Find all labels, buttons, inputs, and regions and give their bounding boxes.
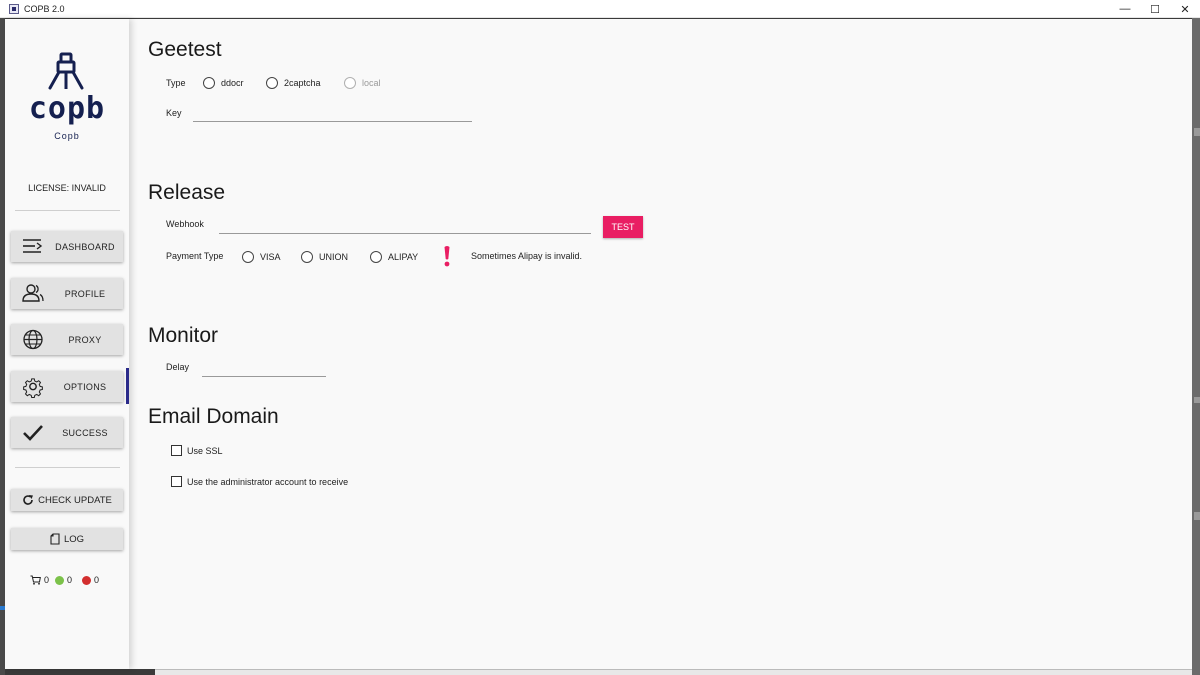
background-mark — [1194, 128, 1200, 136]
nav-profile-label: PROFILE — [64, 288, 106, 299]
cart-count: 0 — [44, 575, 50, 585]
alipay-warning-note: Sometimes Alipay is invalid. — [471, 251, 583, 261]
radio-circle — [301, 251, 313, 263]
menu-lines-icon — [23, 239, 43, 253]
app-icon — [9, 3, 19, 14]
delay-input[interactable] — [202, 363, 326, 377]
sidebar: copb Copb LICENSE: INVALID DASHBOARD PRO… — [5, 19, 129, 669]
check-update-button[interactable]: CHECK UPDATE — [11, 489, 123, 511]
close-button[interactable]: ✕ — [1170, 0, 1200, 18]
use-admin-account-checkbox[interactable]: Use the administrator account to receive — [171, 476, 348, 487]
nav-options-label: OPTIONS — [63, 381, 107, 392]
log-button[interactable]: LOG — [11, 528, 123, 550]
radio-circle — [344, 77, 356, 89]
radio-2captcha-label: 2captcha — [284, 78, 321, 88]
title-bar: COPB 2.0 — ☐ ✕ — [0, 0, 1200, 18]
radio-local-label: local — [362, 78, 381, 88]
radio-visa[interactable]: VISA — [242, 251, 281, 263]
nav-success-button[interactable]: SUCCESS — [11, 417, 123, 448]
gear-icon — [23, 378, 43, 398]
divider — [15, 210, 120, 211]
document-icon — [50, 533, 60, 545]
webhook-label: Webhook — [166, 219, 204, 229]
log-label: LOG — [63, 533, 85, 545]
license-status: LICENSE: INVALID — [28, 183, 106, 193]
maximize-button[interactable]: ☐ — [1140, 0, 1170, 18]
nav-dashboard-label: DASHBOARD — [55, 241, 115, 252]
divider — [15, 467, 120, 468]
release-title: Release — [148, 181, 226, 204]
radio-ddocr-label: ddocr — [221, 78, 244, 88]
nav-success-label: SUCCESS — [62, 427, 108, 438]
type-label: Type — [166, 78, 186, 88]
refresh-icon — [23, 495, 34, 505]
background-mark — [1194, 397, 1200, 403]
radio-alipay-label: ALIPAY — [388, 252, 419, 262]
red-count: 0 — [94, 575, 100, 585]
delay-label: Delay — [166, 362, 190, 372]
background-window-strip — [155, 669, 1192, 675]
nav-options-button[interactable]: OPTIONS — [11, 371, 123, 402]
radio-circle — [370, 251, 382, 263]
key-label: Key — [166, 108, 182, 118]
background-window-edge-right — [1192, 18, 1200, 675]
nav-profile-button[interactable]: PROFILE — [11, 278, 123, 309]
nav-proxy-button[interactable]: PROXY — [11, 324, 123, 355]
payment-type-label: Payment Type — [166, 251, 224, 261]
logo-text: copb — [28, 91, 106, 126]
use-ssl-checkbox[interactable]: Use SSL — [171, 445, 223, 456]
cart-icon — [30, 575, 41, 585]
window-title: COPB 2.0 — [24, 3, 65, 14]
minimize-button[interactable]: — — [1110, 0, 1140, 18]
radio-union-label: UNION — [319, 252, 348, 262]
radio-local[interactable]: local — [344, 77, 381, 89]
key-input[interactable] — [193, 108, 472, 122]
nav-proxy-label: PROXY — [68, 334, 102, 345]
check-update-label: CHECK UPDATE — [38, 494, 112, 506]
email-domain-title: Email Domain — [148, 405, 279, 428]
use-admin-account-label: Use the administrator account to receive — [187, 476, 349, 487]
use-ssl-label: Use SSL — [187, 445, 223, 456]
red-status-dot — [82, 575, 92, 585]
people-icon — [22, 284, 44, 302]
radio-circle — [203, 77, 215, 89]
exclamation-icon — [444, 246, 450, 267]
radio-alipay[interactable]: ALIPAY — [370, 251, 418, 263]
screen: COPB 2.0 — ☐ ✕ copb Copb LICENSE: INVALI… — [0, 0, 1200, 675]
checkbox-box — [171, 476, 182, 487]
app-window: copb Copb LICENSE: INVALID DASHBOARD PRO… — [5, 19, 1192, 669]
options-panel: Geetest Type ddocr 2captcha local Key Re… — [129, 19, 1192, 669]
radio-visa-label: VISA — [260, 252, 281, 262]
checkbox-box — [171, 445, 182, 456]
radio-2captcha[interactable]: 2captcha — [266, 77, 321, 89]
status-counters: 0 0 0 — [30, 575, 99, 585]
logo-subtitle: Copb — [54, 131, 80, 141]
monitor-title: Monitor — [148, 324, 219, 347]
window-controls: — ☐ ✕ — [1110, 0, 1200, 18]
test-webhook-button[interactable]: TEST — [603, 216, 643, 238]
robot-logo-icon — [48, 52, 84, 90]
background-mark — [1194, 512, 1200, 520]
radio-union[interactable]: UNION — [301, 251, 348, 263]
webhook-input[interactable] — [219, 220, 591, 234]
radio-circle — [242, 251, 254, 263]
globe-icon — [23, 329, 43, 350]
geetest-title: Geetest — [148, 38, 222, 61]
nav-dashboard-button[interactable]: DASHBOARD — [11, 231, 123, 262]
radio-ddocr[interactable]: ddocr — [203, 77, 244, 89]
radio-circle — [266, 77, 278, 89]
green-status-dot — [55, 575, 65, 585]
green-count: 0 — [67, 575, 73, 585]
checkmark-icon — [23, 425, 43, 441]
